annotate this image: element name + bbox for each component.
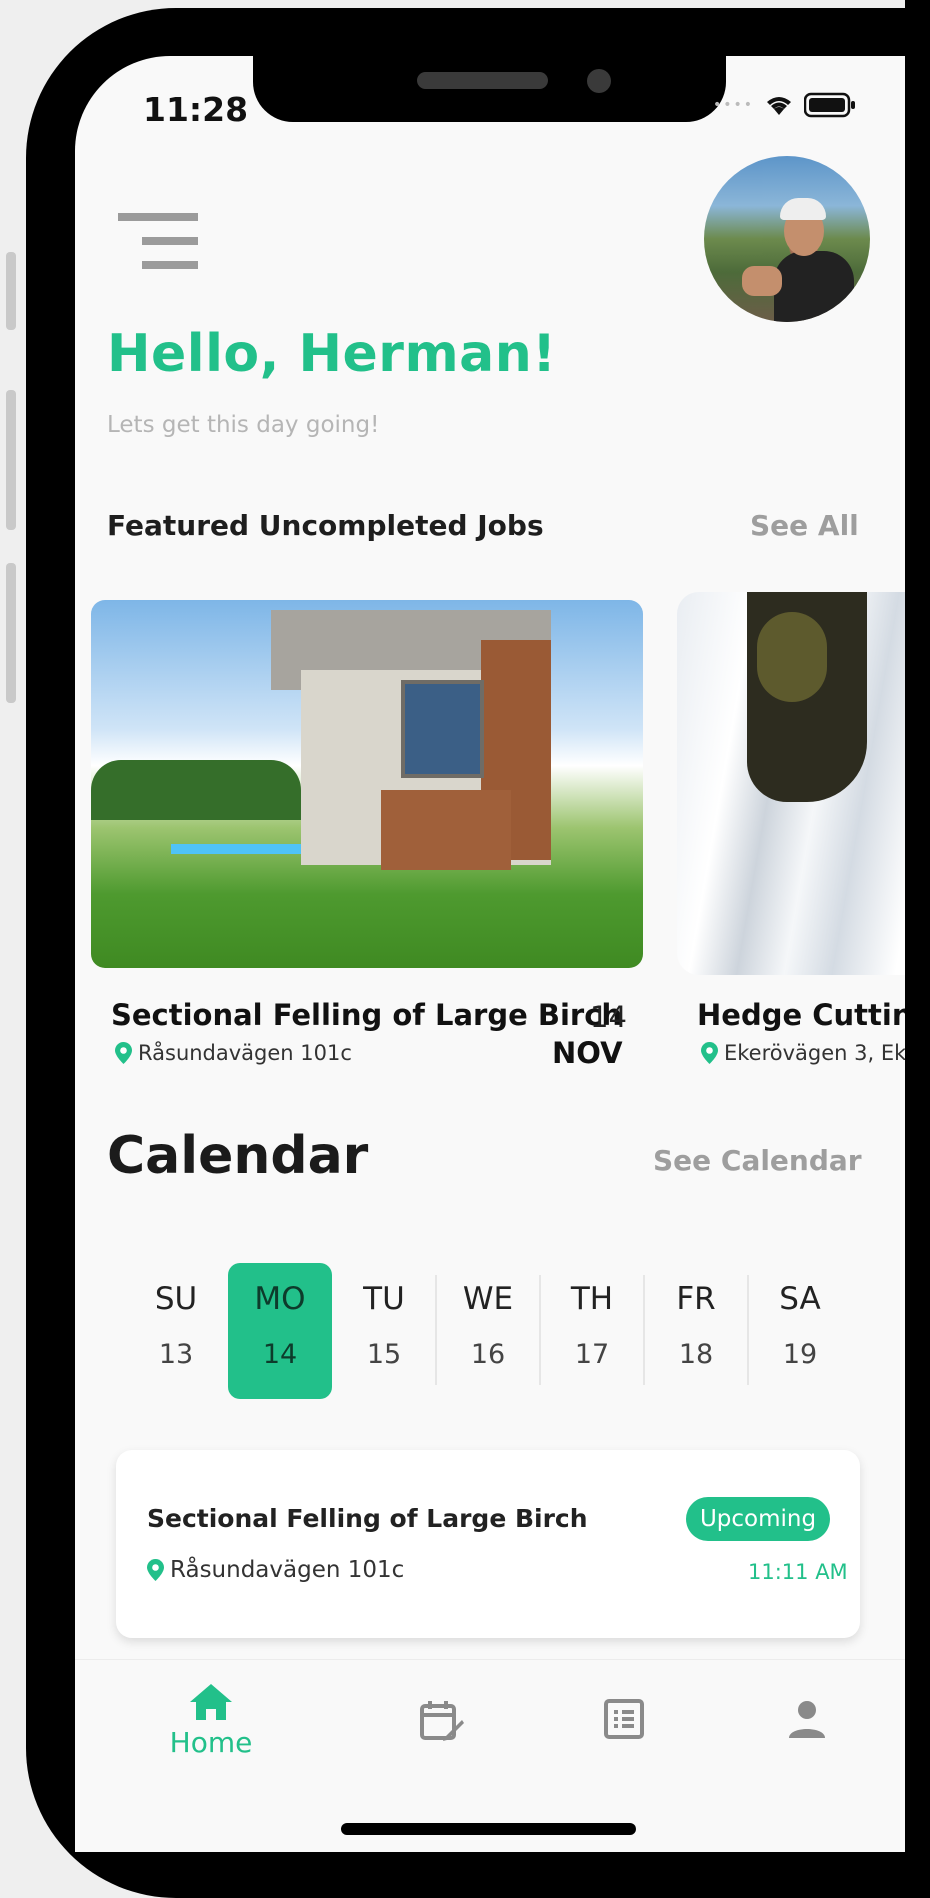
battery-icon: [804, 92, 856, 118]
event-location: Råsundavägen 101c: [147, 1557, 404, 1583]
notch: [253, 56, 726, 122]
job-card-location: Råsundavägen 101c: [115, 1041, 352, 1065]
tab-schedule[interactable]: [381, 1698, 501, 1798]
speaker: [417, 72, 548, 89]
job-location-text: Ekerövägen 3, Ek: [724, 1041, 907, 1065]
menu-line: [142, 237, 198, 245]
tab-list[interactable]: [564, 1698, 684, 1798]
see-calendar-link[interactable]: See Calendar: [653, 1144, 862, 1177]
list-icon: [604, 1699, 644, 1739]
day-item-selected[interactable]: MO 14: [228, 1263, 332, 1399]
location-pin-icon: [147, 1559, 164, 1581]
job-location-text: Råsundavägen 101c: [138, 1041, 352, 1065]
location-pin-icon: [115, 1042, 132, 1064]
status-time: 11:28: [143, 90, 249, 129]
avatar[interactable]: [704, 156, 870, 322]
location-pin-icon: [701, 1042, 718, 1064]
signal-dots-icon: ••••: [713, 97, 755, 113]
wifi-icon: [767, 97, 792, 115]
job-card-month: NOV: [552, 1036, 623, 1070]
tab-home[interactable]: Home: [151, 1682, 271, 1782]
front-camera: [587, 69, 611, 93]
day-item[interactable]: TU 15: [332, 1263, 436, 1399]
calendar-title: Calendar: [107, 1126, 369, 1186]
volume-down-button: [6, 563, 16, 703]
greeting-subtitle: Lets get this day going!: [107, 412, 380, 438]
job-card-day: 14: [590, 1000, 627, 1034]
phone-frame-edge: [905, 0, 930, 1891]
job-card-image[interactable]: [677, 592, 927, 975]
calendar-edit-icon: [420, 1701, 464, 1741]
see-all-link[interactable]: See All: [750, 509, 859, 542]
greeting-title: Hello, Herman!: [107, 324, 557, 384]
day-item[interactable]: WE 16: [436, 1263, 540, 1399]
tab-home-label: Home: [169, 1726, 253, 1759]
job-card-image[interactable]: [91, 600, 643, 968]
event-card[interactable]: Sectional Felling of Large Birch Upcomin…: [116, 1450, 860, 1638]
day-item[interactable]: SA 19: [748, 1263, 852, 1399]
home-icon: [190, 1684, 232, 1720]
event-title: Sectional Felling of Large Birch: [147, 1504, 588, 1533]
job-card-title[interactable]: Sectional Felling of Large Birch: [111, 998, 622, 1032]
featured-jobs-title: Featured Uncompleted Jobs: [107, 509, 544, 542]
day-item[interactable]: FR 18: [644, 1263, 748, 1399]
silent-switch: [6, 252, 16, 330]
event-location-text: Råsundavägen 101c: [170, 1557, 405, 1583]
person-icon: [789, 1701, 825, 1738]
day-item[interactable]: SU 13: [124, 1263, 228, 1399]
volume-up-button: [6, 390, 16, 530]
day-item[interactable]: TH 17: [540, 1263, 644, 1399]
week-day-selector: SU 13 MO 14 TU 15 WE 16 TH 17 FR 18 SA 19: [124, 1263, 874, 1399]
hamburger-menu-icon[interactable]: [118, 213, 198, 269]
menu-line: [118, 213, 198, 221]
job-card-title[interactable]: Hedge Cutting: [697, 998, 930, 1032]
menu-line: [142, 261, 198, 269]
status-badge: Upcoming: [686, 1497, 830, 1541]
event-time: 11:11 AM: [748, 1560, 848, 1584]
status-icons: ••••: [713, 92, 856, 118]
home-indicator[interactable]: [341, 1823, 636, 1835]
tab-profile[interactable]: [747, 1700, 867, 1800]
job-card-location: Ekerövägen 3, Ek: [701, 1041, 906, 1065]
